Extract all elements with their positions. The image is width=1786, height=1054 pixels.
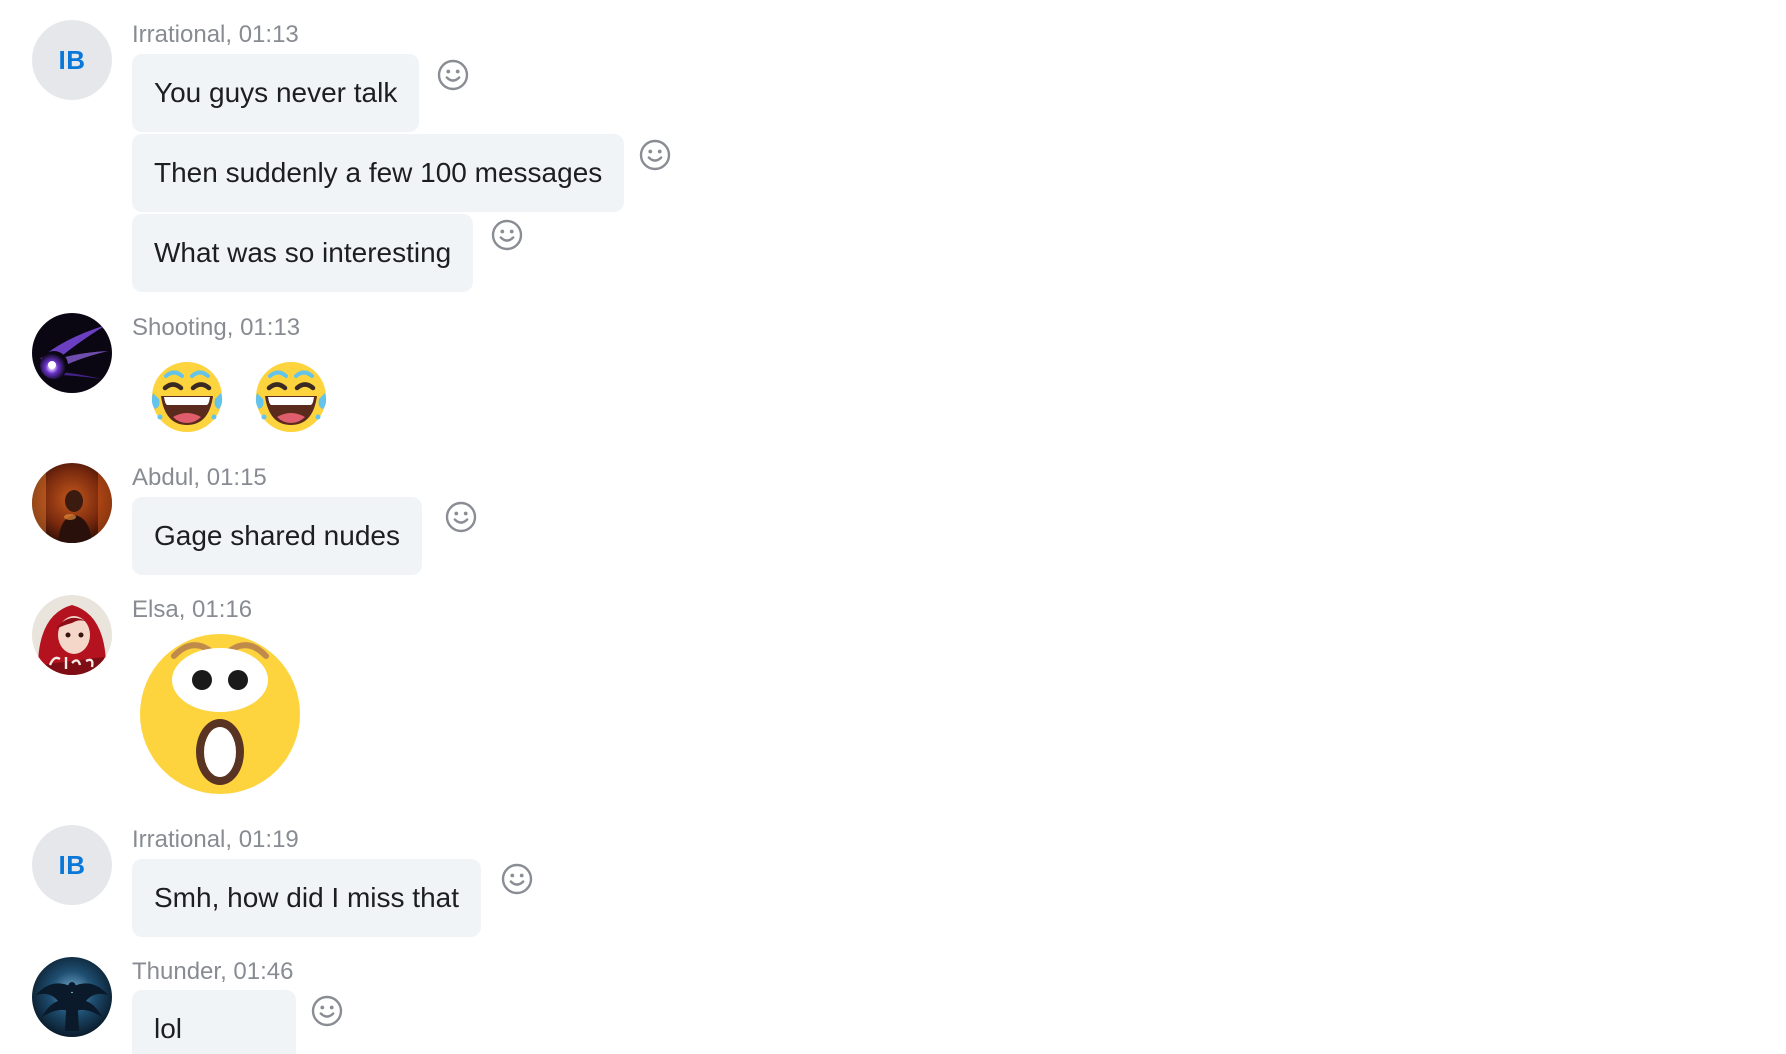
smiley-reaction-icon[interactable] [638, 138, 672, 172]
sender-timestamp: Irrational, 01:13 [132, 21, 299, 48]
sender-timestamp: Thunder, 01:46 [132, 958, 294, 985]
smiley-reaction-icon[interactable] [500, 862, 534, 896]
anime-girl-avatar [32, 595, 112, 675]
avatar-initials: IB [58, 849, 86, 880]
smiley-reaction-icon[interactable] [444, 500, 478, 534]
sender-timestamp: Shooting, 01:13 [132, 314, 301, 341]
avatar-initials: IB [58, 44, 86, 75]
message-bubble[interactable]: Smh, how did I miss that [132, 859, 482, 937]
avatar-elsa[interactable] [32, 595, 112, 675]
avatar-thunder[interactable] [32, 957, 112, 1037]
message-bubble[interactable]: Then suddenly a few 100 messages [132, 134, 625, 212]
tears-of-joy-emoji[interactable] [147, 355, 227, 435]
tears-of-joy-emoji[interactable] [251, 355, 331, 435]
sender-timestamp: Irrational, 01:19 [132, 826, 299, 853]
avatar-irrational[interactable]: IB [32, 825, 112, 905]
dark-angel-avatar [32, 957, 112, 1037]
message-bubble[interactable]: What was so interesting [132, 214, 474, 292]
message-bubble[interactable]: lol [132, 990, 296, 1054]
avatar-irrational[interactable]: IB [32, 20, 112, 100]
message-bubble[interactable]: Gage shared nudes [132, 497, 422, 575]
smiley-reaction-icon[interactable] [436, 58, 470, 92]
message-bubble[interactable]: You guys never talk [132, 54, 420, 132]
sender-timestamp: Elsa, 01:16 [132, 596, 253, 623]
sender-timestamp: Abdul, 01:15 [132, 464, 267, 491]
smiley-reaction-icon[interactable] [490, 218, 524, 252]
smiley-reaction-icon[interactable] [310, 994, 344, 1028]
avatar-shooting[interactable] [32, 313, 112, 393]
shooting-star-avatar [32, 313, 112, 393]
avatar-abdul[interactable] [32, 463, 112, 543]
portrait-photo-avatar [32, 463, 112, 543]
astonished-face-emoji[interactable] [139, 632, 301, 794]
message-bubble-clip: lol [132, 990, 296, 1054]
chat-message-list: IB Irrational, 01:13 You guys never talk… [0, 0, 1786, 1054]
